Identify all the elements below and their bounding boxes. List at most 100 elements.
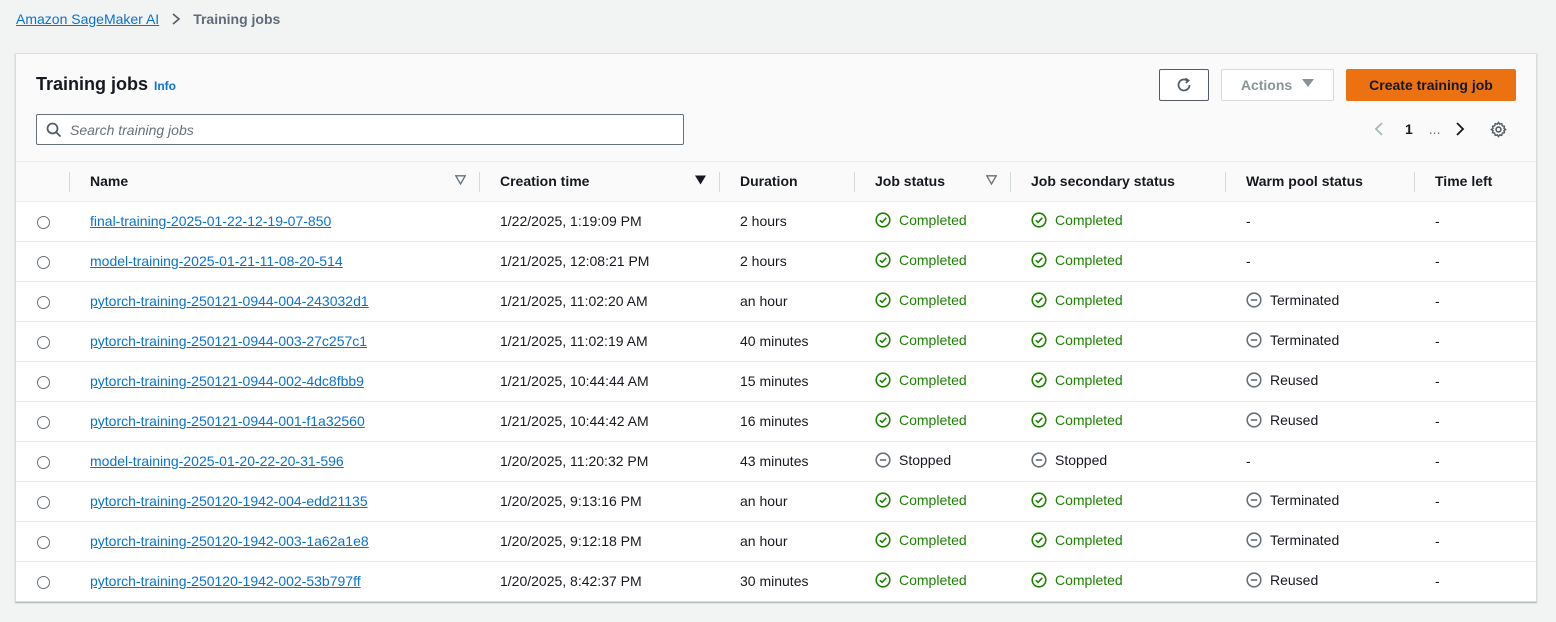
table-row[interactable]: pytorch-training-250121-0944-003-27c257c… [16, 321, 1536, 362]
stopped-icon [875, 451, 895, 468]
chevron-left-icon[interactable] [1371, 122, 1387, 136]
job-status-cell: Stopped [855, 441, 1011, 482]
warm-pool-status: Reused [1246, 412, 1318, 428]
creation-time-cell: 1/21/2025, 11:02:19 AM [480, 321, 720, 362]
job-status: Completed [875, 332, 967, 348]
time-left-cell: - [1415, 241, 1536, 282]
page-number[interactable]: 1 [1405, 121, 1413, 137]
column-header-secondary-status[interactable]: Job secondary status [1011, 162, 1226, 202]
row-radio[interactable] [37, 295, 50, 309]
actions-dropdown[interactable]: Actions [1221, 69, 1334, 101]
job-status: Completed [875, 252, 967, 268]
job-name-link[interactable]: model-training-2025-01-21-11-08-20-514 [90, 253, 343, 269]
creation-time-cell: 1/21/2025, 12:08:21 PM [480, 241, 720, 282]
stopped-icon [1246, 411, 1266, 428]
warm-pool-cell: Terminated [1226, 281, 1415, 322]
name-cell: pytorch-training-250121-0944-002-4dc8fbb… [70, 361, 480, 402]
job-name-link[interactable]: pytorch-training-250120-1942-002-53b797f… [90, 573, 361, 589]
job-name-link[interactable]: final-training-2025-01-22-12-19-07-850 [90, 213, 331, 229]
job-status-cell: Completed [855, 241, 1011, 282]
name-cell: final-training-2025-01-22-12-19-07-850 [70, 201, 480, 242]
row-radio[interactable] [37, 455, 50, 469]
table-row[interactable]: pytorch-training-250120-1942-004-edd2113… [16, 481, 1536, 522]
success-icon [875, 531, 895, 548]
row-radio[interactable] [37, 215, 50, 229]
warm-pool-cell: Terminated [1226, 521, 1415, 562]
time-left-cell: - [1415, 401, 1536, 442]
warm-pool-cell: Reused [1226, 361, 1415, 402]
warm-pool-cell: Terminated [1226, 481, 1415, 522]
row-radio[interactable] [37, 495, 50, 509]
select-cell [16, 521, 70, 562]
sort-icon[interactable] [455, 175, 466, 185]
table-row[interactable]: model-training-2025-01-21-11-08-20-514 1/… [16, 241, 1536, 282]
job-name-link[interactable]: pytorch-training-250121-0944-004-243032d… [90, 293, 369, 309]
info-link[interactable]: Info [154, 79, 176, 93]
success-icon [1031, 251, 1051, 268]
warm-pool-cell: Reused [1226, 401, 1415, 442]
warm-pool-cell: Reused [1226, 561, 1415, 601]
success-icon [1031, 411, 1051, 428]
table-header-row: Name Creation time Duration Job status J… [16, 162, 1536, 202]
time-left-cell: - [1415, 481, 1536, 522]
table-row[interactable]: pytorch-training-250121-0944-001-f1a3256… [16, 401, 1536, 442]
table-row[interactable]: pytorch-training-250120-1942-002-53b797f… [16, 561, 1536, 601]
column-header-warm-pool-status[interactable]: Warm pool status [1226, 162, 1415, 202]
creation-time-cell: 1/20/2025, 11:20:32 PM [480, 441, 720, 482]
secondary-status-cell: Completed [1011, 321, 1226, 362]
column-header-creation-time[interactable]: Creation time [480, 162, 720, 202]
column-header-duration[interactable]: Duration [720, 162, 855, 202]
refresh-button[interactable] [1159, 69, 1209, 101]
job-status: Completed [875, 372, 967, 388]
creation-time-cell: 1/20/2025, 8:42:37 PM [500, 573, 642, 590]
table-row[interactable]: model-training-2025-01-20-22-20-31-596 1/… [16, 441, 1536, 482]
job-status-cell: Completed [855, 521, 1011, 562]
stopped-icon [1031, 451, 1051, 468]
column-header-job-status[interactable]: Job status [855, 162, 1011, 202]
job-name-link[interactable]: pytorch-training-250121-0944-002-4dc8fbb… [90, 373, 364, 389]
success-icon [875, 371, 895, 388]
caret-down-icon [1302, 79, 1315, 91]
creation-time-cell: 1/21/2025, 10:44:44 AM [480, 361, 720, 402]
job-name-link[interactable]: pytorch-training-250121-0944-003-27c257c… [90, 333, 367, 349]
row-radio[interactable] [37, 375, 50, 389]
job-name-link[interactable]: model-training-2025-01-20-22-20-31-596 [90, 453, 344, 469]
secondary-status: Completed [1031, 212, 1123, 228]
row-radio[interactable] [37, 576, 50, 590]
pagination: 1 ... [1371, 118, 1507, 140]
sort-descending-icon[interactable] [695, 175, 706, 185]
job-status: Completed [875, 492, 967, 508]
breadcrumb-sagemaker-link[interactable]: Amazon SageMaker AI [16, 11, 159, 27]
table-row[interactable]: pytorch-training-250121-0944-002-4dc8fbb… [16, 361, 1536, 402]
table-row[interactable]: final-training-2025-01-22-12-19-07-850 1/… [16, 201, 1536, 242]
row-radio[interactable] [37, 255, 50, 269]
job-name-link[interactable]: pytorch-training-250120-1942-003-1a62a1e… [90, 533, 369, 549]
create-training-job-button[interactable]: Create training job [1346, 69, 1516, 101]
sort-icon[interactable] [986, 175, 997, 185]
warm-pool-status: Reused [1246, 572, 1318, 588]
page-ellipsis: ... [1428, 121, 1441, 137]
row-radio[interactable] [37, 535, 50, 549]
secondary-status: Completed [1031, 572, 1123, 588]
select-cell [16, 441, 70, 482]
select-cell [16, 321, 70, 362]
job-name-link[interactable]: pytorch-training-250120-1942-004-edd2113… [90, 493, 368, 509]
gear-icon[interactable] [1490, 121, 1507, 138]
column-header-time-left[interactable]: Time left [1415, 162, 1536, 202]
name-cell: pytorch-training-250121-0944-003-27c257c… [70, 321, 480, 362]
table-row[interactable]: pytorch-training-250120-1942-003-1a62a1e… [16, 521, 1536, 562]
time-left-cell: - [1415, 321, 1536, 362]
warm-pool-status: Reused [1246, 372, 1318, 388]
name-cell: pytorch-training-250121-0944-004-243032d… [70, 281, 480, 322]
search-input[interactable] [70, 121, 630, 138]
job-name-link[interactable]: pytorch-training-250121-0944-001-f1a3256… [90, 413, 365, 429]
row-radio[interactable] [37, 335, 50, 349]
success-icon [1031, 531, 1051, 548]
time-left-cell: - [1415, 441, 1536, 482]
job-status: Stopped [875, 452, 951, 468]
secondary-status-cell: Completed [1011, 561, 1226, 601]
table-row[interactable]: pytorch-training-250121-0944-004-243032d… [16, 281, 1536, 322]
row-radio[interactable] [37, 415, 50, 429]
column-header-name[interactable]: Name [70, 162, 480, 202]
chevron-right-icon[interactable] [1452, 122, 1468, 136]
